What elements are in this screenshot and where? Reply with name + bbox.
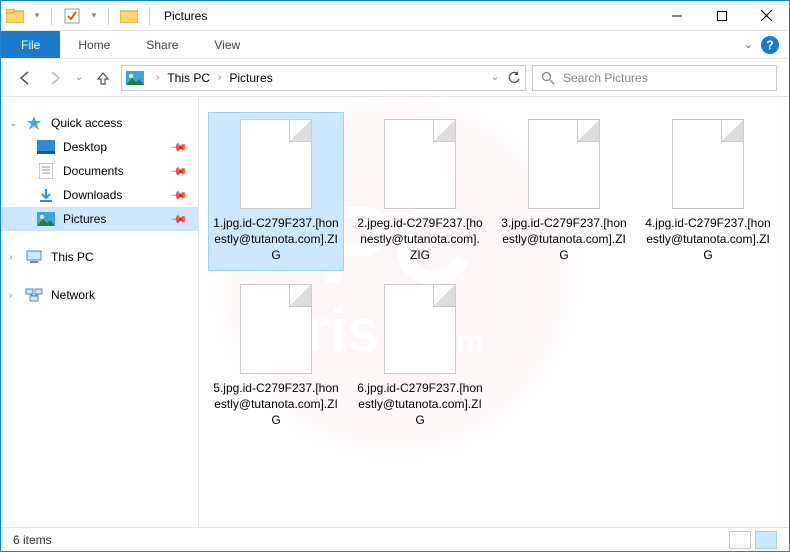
pin-icon: 📌 — [170, 186, 189, 205]
search-input[interactable]: Search Pictures — [532, 65, 777, 91]
sidebar-item-label: Quick access — [51, 116, 122, 130]
address-dropdown[interactable]: ⌄ — [489, 72, 501, 83]
file-icon — [528, 119, 600, 209]
checkbox-icon[interactable] — [60, 4, 84, 28]
sidebar-item-label: Network — [51, 288, 95, 302]
file-item[interactable]: 2.jpeg.id-C279F237.[honestly@tutanota.co… — [353, 113, 487, 270]
sidebar-quick-access[interactable]: ⌄ Quick access — [1, 111, 198, 135]
file-item[interactable]: 4.jpg.id-C279F237.[honestly@tutanota.com… — [641, 113, 775, 270]
minimize-button[interactable] — [654, 1, 699, 31]
breadcrumb-segment[interactable]: Pictures — [225, 71, 276, 85]
sidebar-item-downloads[interactable]: Downloads 📌 — [1, 183, 198, 207]
file-item[interactable]: 5.jpg.id-C279F237.[honestly@tutanota.com… — [209, 278, 343, 435]
window-title: Pictures — [164, 9, 207, 23]
nav-bar: ⌄ › This PC › Pictures ⌄ Search Pictures — [1, 59, 789, 97]
maximize-button[interactable] — [699, 1, 744, 31]
chevron-right-icon[interactable]: › — [9, 252, 12, 263]
sidebar-item-documents[interactable]: Documents 📌 — [1, 159, 198, 183]
file-item[interactable]: 6.jpg.id-C279F237.[honestly@tutanota.com… — [353, 278, 487, 435]
breadcrumb-segment[interactable]: This PC — [163, 71, 214, 85]
desktop-icon — [37, 139, 55, 155]
close-button[interactable] — [744, 1, 789, 31]
network-icon — [25, 287, 43, 303]
star-icon — [25, 115, 43, 131]
chevron-down-icon[interactable]: ⌄ — [744, 38, 753, 51]
file-name: 5.jpg.id-C279F237.[honestly@tutanota.com… — [213, 380, 339, 429]
address-bar[interactable]: › This PC › Pictures ⌄ — [121, 65, 526, 91]
chevron-right-icon[interactable]: › — [9, 290, 12, 301]
file-item[interactable]: 1.jpg.id-C279F237.[honestly@tutanota.com… — [209, 113, 343, 270]
sidebar-item-pictures[interactable]: Pictures 📌 — [1, 207, 198, 231]
recent-dropdown[interactable]: ⌄ — [73, 66, 85, 90]
sidebar-this-pc[interactable]: › This PC — [1, 245, 198, 269]
this-pc-icon — [25, 249, 43, 265]
file-list[interactable]: 1.jpg.id-C279F237.[honestly@tutanota.com… — [199, 97, 789, 527]
sidebar-item-desktop[interactable]: Desktop 📌 — [1, 135, 198, 159]
file-name: 3.jpg.id-C279F237.[honestly@tutanota.com… — [501, 215, 627, 264]
file-icon — [384, 119, 456, 209]
back-button[interactable] — [13, 66, 37, 90]
file-name: 1.jpg.id-C279F237.[honestly@tutanota.com… — [213, 215, 339, 264]
status-bar: 6 items — [1, 527, 789, 551]
chevron-right-icon[interactable]: › — [216, 72, 223, 83]
file-icon — [240, 119, 312, 209]
sidebar-item-label: This PC — [51, 250, 94, 264]
sidebar-item-label: Desktop — [63, 140, 107, 154]
folder-icon — [117, 4, 141, 28]
file-item[interactable]: 3.jpg.id-C279F237.[honestly@tutanota.com… — [497, 113, 631, 270]
sidebar-item-label: Downloads — [63, 188, 122, 202]
tab-share[interactable]: Share — [128, 31, 196, 58]
tab-home[interactable]: Home — [60, 31, 128, 58]
sidebar-item-label: Pictures — [63, 212, 106, 226]
file-icon — [672, 119, 744, 209]
search-placeholder: Search Pictures — [563, 71, 648, 85]
pin-icon: 📌 — [170, 210, 189, 229]
up-button[interactable] — [91, 66, 115, 90]
pictures-icon — [126, 70, 144, 86]
file-name: 2.jpeg.id-C279F237.[honestly@tutanota.co… — [357, 215, 483, 264]
help-icon[interactable]: ? — [761, 36, 779, 54]
qat-dropdown[interactable]: ▾ — [31, 4, 43, 28]
pictures-icon — [37, 211, 55, 227]
pin-icon: 📌 — [170, 138, 189, 157]
qat-dropdown-2[interactable]: ▾ — [88, 4, 100, 28]
sidebar: ⌄ Quick access Desktop 📌 Documents 📌 Dow… — [1, 97, 199, 527]
details-view-button[interactable] — [729, 531, 751, 549]
forward-button[interactable] — [43, 66, 67, 90]
file-name: 6.jpg.id-C279F237.[honestly@tutanota.com… — [357, 380, 483, 429]
pin-icon: 📌 — [170, 162, 189, 181]
tab-view[interactable]: View — [196, 31, 258, 58]
search-icon — [541, 71, 555, 85]
chevron-right-icon[interactable]: › — [154, 72, 161, 83]
documents-icon — [37, 163, 55, 179]
file-tab[interactable]: File — [1, 31, 60, 58]
explorer-icon[interactable] — [3, 4, 27, 28]
sidebar-network[interactable]: › Network — [1, 283, 198, 307]
file-name: 4.jpg.id-C279F237.[honestly@tutanota.com… — [645, 215, 771, 264]
file-icon — [240, 284, 312, 374]
chevron-down-icon[interactable]: ⌄ — [9, 118, 17, 129]
icons-view-button[interactable] — [755, 531, 777, 549]
file-icon — [384, 284, 456, 374]
sidebar-item-label: Documents — [63, 164, 124, 178]
ribbon: File Home Share View ⌄ ? — [1, 31, 789, 59]
item-count: 6 items — [13, 533, 52, 547]
downloads-icon — [37, 187, 55, 203]
refresh-button[interactable] — [507, 71, 521, 85]
title-bar: ▾ ▾ Pictures — [1, 1, 789, 31]
